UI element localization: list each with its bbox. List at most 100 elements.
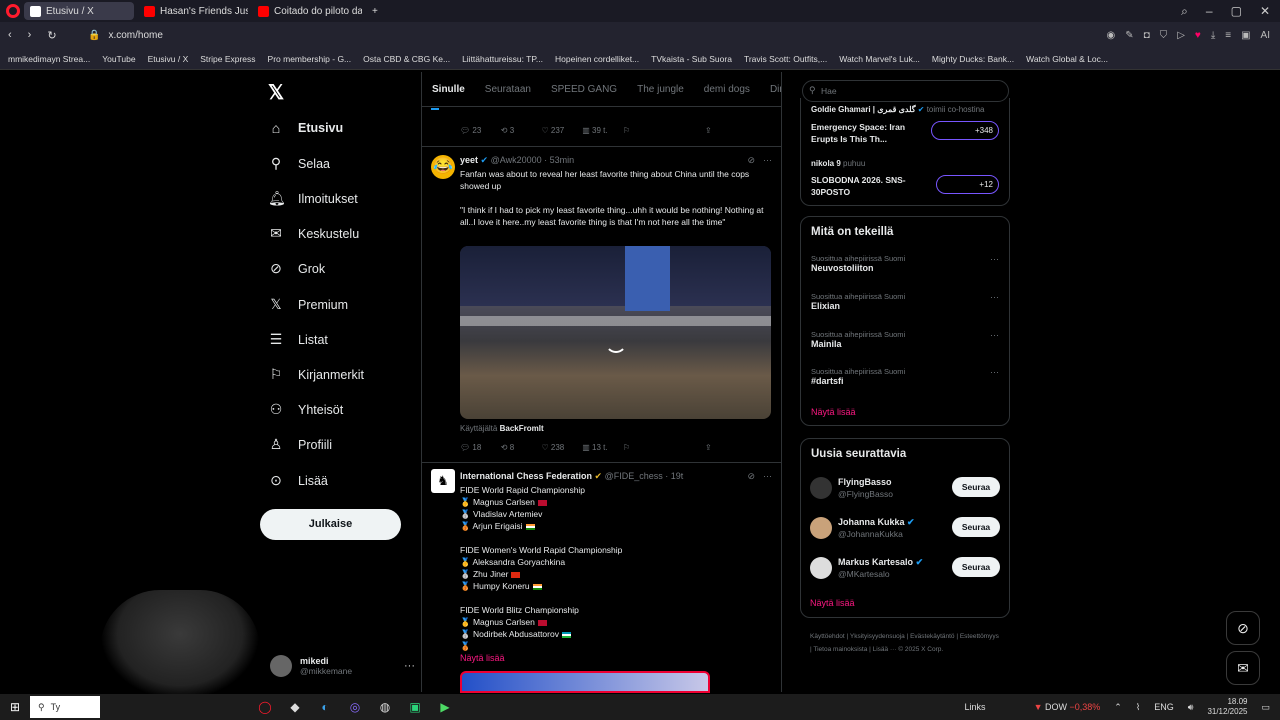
share-icon[interactable]: ⇪ <box>705 126 775 135</box>
url-field[interactable]: x.com/home <box>108 30 1106 41</box>
tweet[interactable]: ♞ International Chess Federation ✔ @FIDE… <box>421 462 782 693</box>
share-icon[interactable]: ⇪ <box>705 443 775 452</box>
follow-suggestion[interactable]: Johanna Kukka ✔ @JohannaKukka Seuraa <box>810 515 1000 543</box>
trend-item[interactable]: Suosittua aihepiirissä Suomi Neuvostoliit… <box>811 254 1001 273</box>
space-title[interactable]: Emergency Space: Iran Erupts Is This Th.… <box>811 121 929 145</box>
close-icon[interactable]: ✕ <box>1260 4 1270 19</box>
reload-icon[interactable]: ↻ <box>47 29 56 42</box>
x-logo-icon[interactable]: 𝕏 <box>268 80 284 105</box>
tweet-time[interactable]: 19t <box>671 471 684 481</box>
stock-ticker[interactable]: ▼ DOW −0,38% <box>1034 702 1101 712</box>
sidebar-item-home[interactable]: ⌂ Etusivu <box>268 120 343 136</box>
tab-following[interactable]: Seurataan <box>475 84 541 95</box>
more-dots-icon[interactable]: ··· <box>763 155 772 166</box>
avatar[interactable] <box>810 517 832 539</box>
messages-fab-icon[interactable]: ✉ <box>1226 651 1260 685</box>
edge-taskbar-icon[interactable]: ◐ <box>310 700 340 714</box>
new-tab-button[interactable]: + <box>366 2 386 20</box>
sidebar-item-lists[interactable]: ☰ Listat <box>268 331 328 348</box>
media-credit-author[interactable]: BackFromIt <box>500 424 544 433</box>
avatar[interactable] <box>810 477 832 499</box>
sidebar-item-grok[interactable]: ⊘ Grok <box>268 260 325 277</box>
grok-icon[interactable]: ⊘ <box>747 155 755 166</box>
repost-button[interactable]: ⟲ 3 <box>501 126 542 135</box>
app-taskbar-icon[interactable]: ◍ <box>370 700 400 714</box>
more-dots-icon[interactable]: ··· <box>990 367 999 377</box>
more-dots-icon[interactable]: ··· <box>990 330 999 340</box>
app-taskbar-icon[interactable]: ◆ <box>280 700 310 714</box>
trend-item[interactable]: Suosittua aihepiirissä Suomi Elixian ··· <box>811 292 1001 311</box>
maximize-icon[interactable]: ▢ <box>1231 4 1242 19</box>
extension-icon[interactable]: ◉ <box>1107 30 1116 41</box>
show-more-link[interactable]: Näytä lisää <box>460 652 765 664</box>
bookmark-icon[interactable]: ⚐ <box>623 126 693 135</box>
bookmark[interactable]: Stripe Express <box>200 54 255 64</box>
camera-icon[interactable]: ◘ <box>1144 30 1150 41</box>
bookmark[interactable]: YouTube <box>102 54 135 64</box>
grok-icon[interactable]: ⊘ <box>747 471 755 482</box>
sidebar-item-premium[interactable]: 𝕏 Premium <box>268 296 348 313</box>
opera-taskbar-icon[interactable]: ◯ <box>250 700 280 714</box>
reply-button[interactable]: 💬︎ 18 <box>460 443 501 452</box>
fide-logo-icon[interactable]: ♞ <box>431 469 455 493</box>
trend-item[interactable]: Suosittua aihepiirissä Suomi #dartsfi ··· <box>811 367 1001 386</box>
app-taskbar-icon[interactable]: ▶ <box>430 700 460 714</box>
tab-list[interactable]: The jungle <box>627 84 694 95</box>
sidebar-item-bookmarks[interactable]: ⚐ Kirjanmerkit <box>268 366 364 383</box>
tab-list[interactable]: demi dogs <box>694 84 760 95</box>
browser-tab[interactable]: Etusivu / X <box>24 2 134 20</box>
extension-icon[interactable]: ✎ <box>1125 30 1133 41</box>
more-dots-icon[interactable]: ··· <box>763 471 772 482</box>
space-title[interactable]: SLOBODNA 2026. SNS-30POSTO <box>811 174 929 198</box>
tweet-time[interactable]: 53min <box>550 155 575 165</box>
trend-item[interactable]: Suosittua aihepiirissä Suomi Mainila ··· <box>811 330 1001 349</box>
show-more-link[interactable]: Näytä lisää <box>811 407 856 417</box>
forward-icon[interactable]: › <box>28 29 32 42</box>
app-taskbar-icon[interactable]: ▣ <box>400 700 430 714</box>
download-icon[interactable]: ⤓ <box>1211 30 1215 41</box>
browser-tab[interactable]: Coitado do piloto da Mot <box>252 2 362 20</box>
more-dots-icon[interactable]: ··· <box>990 292 999 302</box>
chevron-up-icon[interactable]: ⌃ <box>1114 702 1122 713</box>
bookmark[interactable]: Watch Marvel's Luk... <box>839 54 920 64</box>
tab-for-you[interactable]: Sinulle <box>422 84 475 95</box>
bookmark[interactable]: Pro membership - G... <box>268 54 352 64</box>
back-icon[interactable]: ‹ <box>8 29 12 42</box>
ai-icon[interactable]: AI <box>1261 30 1270 41</box>
links-toolbar[interactable]: Links <box>965 702 986 712</box>
heart-icon[interactable]: ♥ <box>1195 30 1201 41</box>
reply-button[interactable]: 💬︎ 23 <box>460 126 501 135</box>
wallet-icon[interactable]: ▣ <box>1241 30 1250 41</box>
space-listeners[interactable]: +12 <box>936 175 999 194</box>
play-icon[interactable]: ▷ <box>1177 30 1185 41</box>
opera-icon[interactable] <box>6 4 20 18</box>
bookmark[interactable]: Osta CBD & CBG Ke... <box>363 54 450 64</box>
speaker-icon[interactable]: 🔊︎ <box>1188 702 1194 713</box>
menu-icon[interactable]: ≡ <box>1225 30 1231 41</box>
bookmark[interactable]: Travis Scott: Outfits,... <box>744 54 827 64</box>
account-switcher[interactable]: mikedi @mikkemane ··· <box>270 650 415 682</box>
avatar[interactable] <box>810 557 832 579</box>
space-listeners[interactable]: +348 <box>931 121 999 140</box>
views-button[interactable]: ▥ 39 t. <box>582 126 623 135</box>
tab-list[interactable]: SPEED GANG <box>541 84 627 95</box>
tweet-video[interactable] <box>460 246 771 419</box>
sidebar-item-messages[interactable]: ✉ Keskustelu <box>268 225 359 242</box>
bookmark[interactable]: Hopeinen cordelliket... <box>555 54 639 64</box>
search-icon[interactable]: ⌕ <box>1181 4 1188 19</box>
tab-list[interactable]: Dima's DI <box>760 84 781 95</box>
browser-tab[interactable]: Hasan's Friends Just Expo <box>138 2 248 20</box>
sidebar-item-notifications[interactable]: 🔔︎ Ilmoitukset <box>268 190 358 207</box>
bookmark[interactable]: Mighty Ducks: Bank... <box>932 54 1014 64</box>
bookmark-icon[interactable]: ⚐ <box>623 443 693 452</box>
minimize-icon[interactable]: – <box>1206 4 1213 19</box>
taskbar-search[interactable]: ⚲ Ty <box>30 696 100 718</box>
follow-button[interactable]: Seuraa <box>952 477 1000 497</box>
views-button[interactable]: ▥ 13 t. <box>582 443 623 452</box>
follow-button[interactable]: Seuraa <box>952 517 1000 537</box>
show-more-link[interactable]: Näytä lisää <box>810 598 855 608</box>
clock[interactable]: 18.09 31/12/2025 <box>1207 697 1247 717</box>
notifications-icon[interactable]: ▭ <box>1261 702 1270 713</box>
follow-suggestion[interactable]: Markus Kartesalo ✔ @MKartesalo Seuraa <box>810 555 1000 583</box>
language-indicator[interactable]: ENG <box>1154 702 1174 712</box>
